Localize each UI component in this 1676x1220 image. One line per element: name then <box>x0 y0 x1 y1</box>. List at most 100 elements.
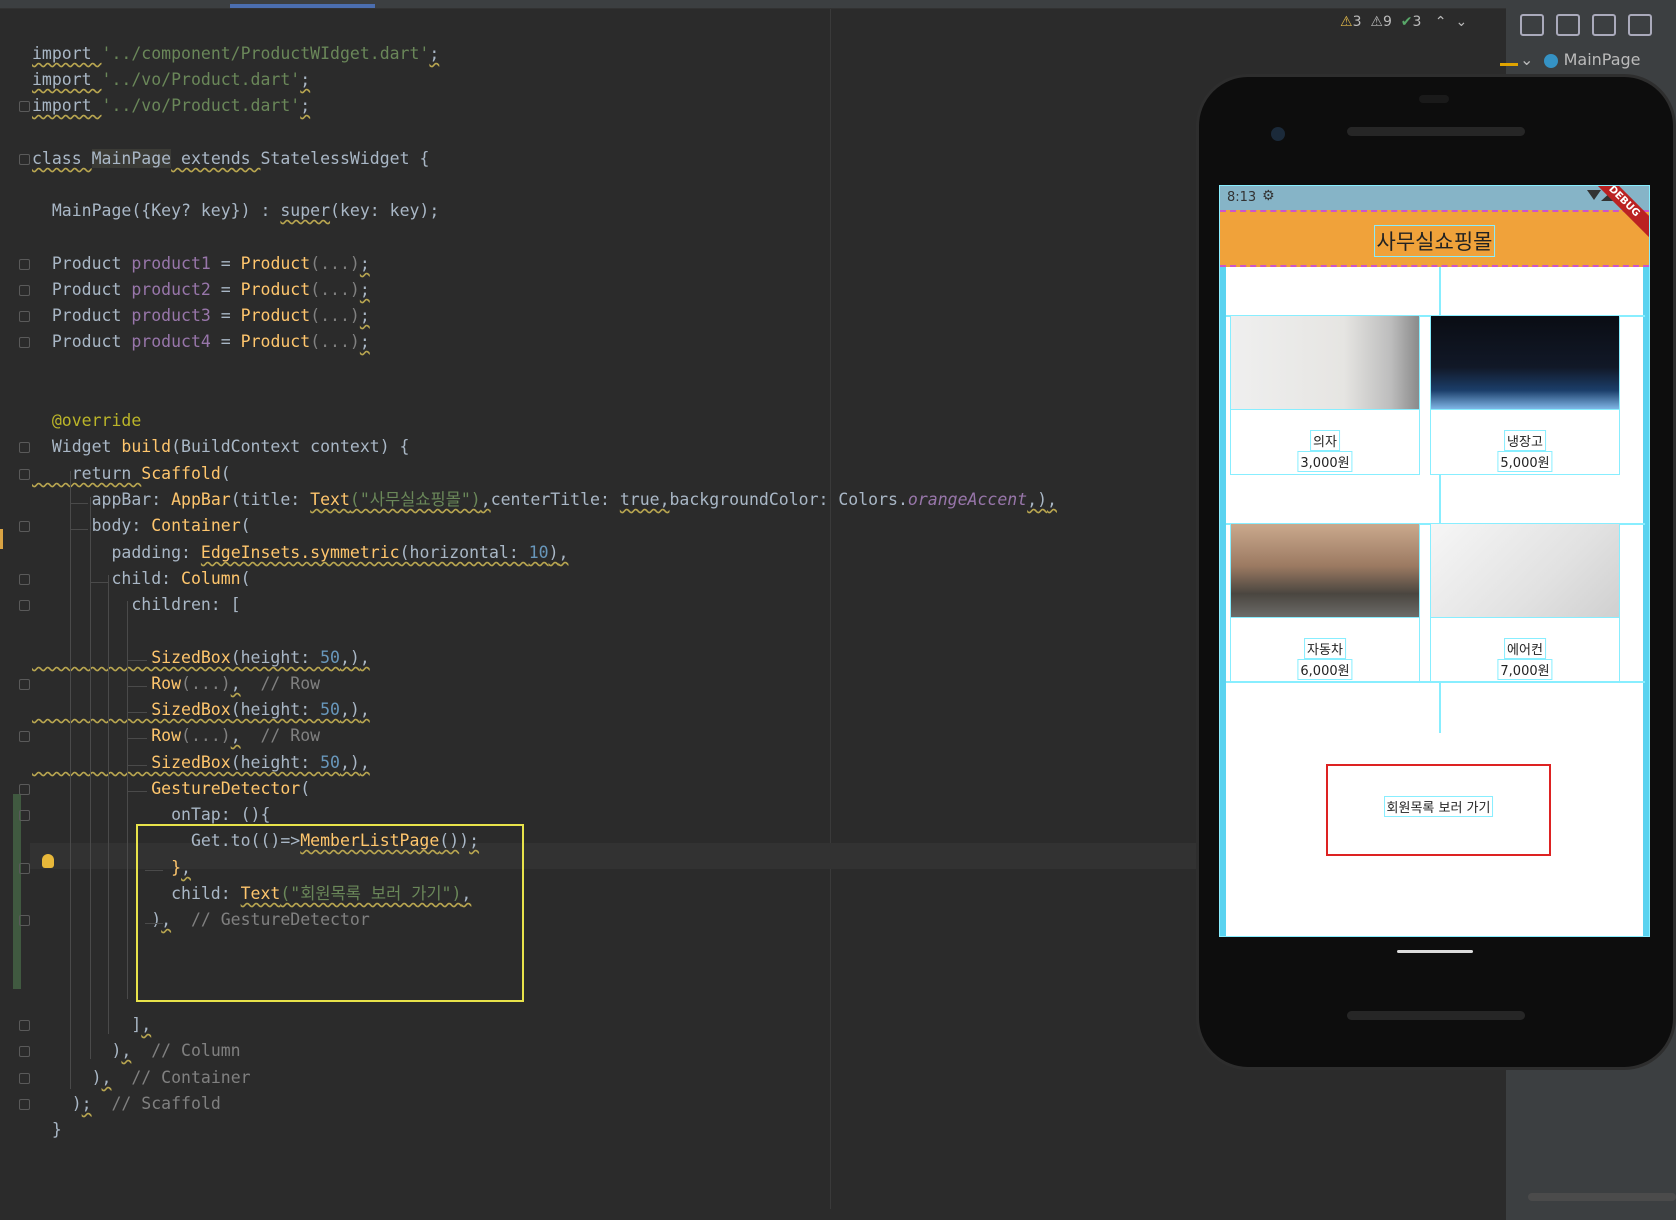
fold-marker[interactable] <box>19 442 30 453</box>
fold-marker[interactable] <box>19 101 30 112</box>
product-card[interactable]: 에어컨 7,000원 <box>1430 523 1620 683</box>
code-line[interactable]: Product product3 = Product(...); <box>32 302 370 330</box>
code-token: ; <box>359 280 370 299</box>
code-token: child: <box>32 884 241 903</box>
fold-marker[interactable] <box>19 1073 30 1084</box>
code-token: Product <box>32 254 132 273</box>
fold-marker[interactable] <box>19 1046 30 1057</box>
layout-explorer-icon[interactable] <box>1556 14 1580 36</box>
code-line[interactable]: import '../component/ProductWIdget.dart'… <box>32 40 439 68</box>
chevron-up-icon[interactable]: ⌃ <box>1435 14 1447 30</box>
fold-marker[interactable] <box>19 311 30 322</box>
code-token: , <box>230 726 241 745</box>
fold-marker[interactable] <box>19 154 30 165</box>
code-line[interactable]: padding: EdgeInsets.symmetric(horizontal… <box>32 539 568 567</box>
code-line[interactable]: }, <box>32 854 191 882</box>
code-line[interactable]: ), // Column <box>32 1037 240 1065</box>
code-line[interactable]: Row(...), // Row <box>32 670 320 698</box>
earpiece-speaker <box>1347 127 1525 136</box>
code-line[interactable]: ), // GestureDetector <box>32 906 370 934</box>
code-token: ; <box>359 254 370 273</box>
code-line[interactable]: return Scaffold( <box>32 460 231 488</box>
code-line[interactable]: @override <box>32 407 141 435</box>
code-line[interactable]: appBar: AppBar(title: Text("사무실쇼핑몰"),cen… <box>32 486 1057 514</box>
code-line[interactable]: children: [ <box>32 591 240 619</box>
code-token: MainPage({Key? key}) : <box>32 201 281 220</box>
code-token: Product <box>32 306 132 325</box>
code-line[interactable]: Widget build(BuildContext context) { <box>32 433 410 461</box>
code-line[interactable]: ), // Container <box>32 1064 251 1092</box>
code-line[interactable]: SizedBox(height: 50,), <box>32 749 370 777</box>
code-line[interactable]: import '../vo/Product.dart'; <box>32 66 310 94</box>
code-token: (...) <box>310 306 360 325</box>
code-token: 10 <box>528 543 549 562</box>
code-token: StatelessWidget { <box>260 149 430 168</box>
code-token: , <box>480 490 491 509</box>
indent-guide-tick <box>90 582 108 583</box>
product-card[interactable]: 자동차 6,000원 <box>1230 523 1420 683</box>
fold-marker[interactable] <box>19 915 30 926</box>
column-layout-icon[interactable] <box>1592 14 1616 36</box>
fold-marker[interactable] <box>19 259 30 270</box>
horizontal-scrollbar[interactable] <box>1528 1193 1676 1201</box>
fold-marker[interactable] <box>19 784 30 795</box>
code-line[interactable]: child: Column( <box>32 565 250 593</box>
code-line[interactable]: import '../vo/Product.dart'; <box>32 92 310 120</box>
layout-guide <box>1439 267 1441 317</box>
chevron-down-icon[interactable]: ⌄ <box>1520 50 1533 69</box>
row-layout-icon[interactable] <box>1628 14 1652 36</box>
code-token: Product <box>240 254 311 273</box>
indent-guide-tick <box>70 503 88 504</box>
code-token: (...) <box>181 726 231 745</box>
code-token: Widget <box>32 437 122 456</box>
code-line[interactable]: SizedBox(height: 50,), <box>32 644 370 672</box>
code-token: AppBar <box>171 490 231 509</box>
fold-marker[interactable] <box>19 285 30 296</box>
code-token: ; <box>429 44 440 63</box>
code-line[interactable]: ); // Scaffold <box>32 1090 221 1118</box>
inspection-widget[interactable]: ⚠3 ⚠9 ✔3 ⌃ ⌄ <box>1340 14 1467 30</box>
select-widget-icon[interactable] <box>1520 14 1544 36</box>
fold-marker[interactable] <box>19 863 30 874</box>
fold-marker[interactable] <box>19 731 30 742</box>
code-line[interactable]: Row(...), // Row <box>32 722 320 750</box>
structure-breadcrumb[interactable]: ⌄ MainPage <box>1520 50 1641 69</box>
chevron-down-icon[interactable]: ⌄ <box>1455 14 1467 30</box>
fold-marker[interactable] <box>19 1099 30 1110</box>
fold-marker[interactable] <box>19 600 30 611</box>
fold-marker[interactable] <box>19 679 30 690</box>
code-line[interactable]: Product product4 = Product(...); <box>32 328 370 356</box>
code-token: , <box>359 753 370 772</box>
code-token: Text <box>310 490 350 509</box>
fold-marker[interactable] <box>19 337 30 348</box>
code-line[interactable]: Product product1 = Product(...); <box>32 250 370 278</box>
code-token: (horizontal: <box>399 543 529 562</box>
code-token: ] <box>32 1015 142 1034</box>
home-gesture-bar[interactable] <box>1397 950 1473 953</box>
code-token: 50 <box>320 648 340 667</box>
code-line[interactable]: MainPage({Key? key}) : super(key: key); <box>32 197 439 225</box>
product-card[interactable]: 의자 3,000원 <box>1230 315 1420 475</box>
fold-marker[interactable] <box>19 1020 30 1031</box>
code-line[interactable]: Product product2 = Product(...); <box>32 276 370 304</box>
fold-marker[interactable] <box>19 574 30 585</box>
fold-marker[interactable] <box>19 469 30 480</box>
code-line[interactable]: ], <box>32 1011 151 1039</box>
code-line[interactable]: child: Text("회원목록 보러 가기"), <box>32 880 471 908</box>
code-token: , <box>558 543 569 562</box>
code-line[interactable]: GestureDetector( <box>32 775 310 803</box>
emulator-screen[interactable]: 8:13 ⚙ 사무실쇼핑몰 DEBUG 의자 3,000원 냉장고 5,000원… <box>1219 185 1650 937</box>
fold-marker[interactable] <box>19 521 30 532</box>
typo-check-icon: ✔ <box>1400 14 1413 30</box>
product-card[interactable]: 냉장고 5,000원 <box>1430 315 1620 475</box>
code-line[interactable]: class MainPage extends StatelessWidget { <box>32 145 429 173</box>
fold-marker[interactable] <box>19 810 30 821</box>
code-line[interactable]: onTap: (){ <box>32 801 270 829</box>
code-line[interactable]: body: Container( <box>32 512 251 540</box>
code-line[interactable]: } <box>32 1116 62 1144</box>
member-list-button[interactable]: 회원목록 보러 가기 <box>1326 764 1551 856</box>
code-line[interactable]: Get.to(()=>MemberListPage()); <box>32 827 479 855</box>
code-line[interactable]: SizedBox(height: 50,), <box>32 696 370 724</box>
code-token: (BuildContext context) { <box>171 437 410 456</box>
code-token: = <box>210 280 241 299</box>
